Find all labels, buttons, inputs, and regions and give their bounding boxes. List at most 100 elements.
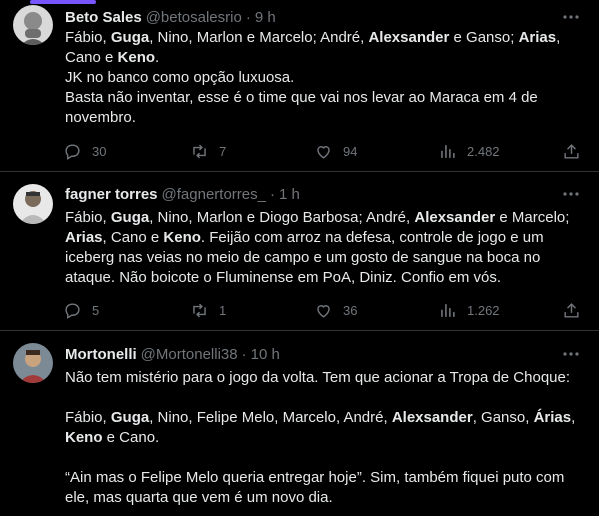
text-span: Fábio, (65, 29, 111, 46)
bold-text: Guga (110, 209, 150, 226)
share-icon (564, 302, 579, 318)
timestamp[interactable]: 1 h (279, 186, 300, 203)
text-span: . (155, 49, 160, 66)
tweet-line: Cano e Keno. (65, 48, 579, 68)
tweet-line: Basta não inventar, esse é o time que va… (65, 88, 579, 108)
like-icon (317, 145, 330, 159)
tweet-line: Fábio, Guga, Nino, Marlon e Marcelo; And… (65, 28, 579, 48)
like-count: 94 (343, 143, 358, 159)
author-handle[interactable]: @fagnertorres_ (162, 186, 266, 203)
share-button[interactable] (562, 300, 581, 320)
bold-text: Keno (163, 229, 201, 246)
text-span: JK no banco como opção luxuosa. (65, 69, 295, 86)
tweet-line: “Ain mas o Felipe Melo queria entregar h… (65, 468, 579, 488)
reply-count: 30 (92, 143, 107, 159)
tweet-line: Fábio, Guga, Nino, Marlon e Diogo Barbos… (65, 208, 579, 228)
text-span: , Cano e (102, 229, 164, 246)
text-span: ele, mas quarta que vem é um novo dia. (65, 489, 333, 506)
tweet[interactable]: fagner torres @fagnertorres_ · 1 h Fábio… (0, 172, 599, 331)
bold-text: Alexsander (368, 29, 450, 46)
text-span: Fábio, (65, 409, 111, 426)
retweet-count: 7 (219, 143, 227, 159)
text-span: Basta não inventar, esse é o time que va… (65, 89, 538, 106)
text-span: . Feijão com arroz na defesa, controle d… (200, 229, 544, 246)
bold-text: Arias (518, 29, 557, 46)
text-span: e Marcelo; (495, 209, 570, 226)
tweet-line (65, 388, 579, 408)
bold-text: Keno (117, 49, 156, 66)
text-span: , Nino, Marlon e Marcelo; André, (149, 29, 369, 46)
author-name[interactable]: fagner torres (65, 186, 158, 203)
tweet-actions: 30 7 94 2.482 (63, 141, 581, 161)
bold-text: Keno (65, 429, 103, 446)
timestamp[interactable]: 9 h (255, 9, 276, 26)
tweet-line: ataque. Não boicote o Fluminense em PoA,… (65, 268, 579, 288)
author-name[interactable]: Beto Sales (65, 9, 142, 26)
bold-text: Guga (110, 409, 150, 426)
text-span: ataque. Não boicote o Fluminense em PoA,… (65, 269, 502, 286)
tweet-line: Fábio, Guga, Nino, Felipe Melo, Marcelo,… (65, 408, 579, 428)
reply-icon (65, 143, 80, 160)
tweet-line (65, 448, 579, 468)
tweet-header: Mortonelli @Mortonelli38 · 10 h (65, 344, 589, 364)
author-handle[interactable]: @Mortonelli38 (141, 346, 238, 363)
text-span: , Ganso, (472, 409, 534, 426)
separator-dot: · (241, 345, 247, 363)
views-icon (441, 303, 455, 317)
tweet-actions: 5 1 36 1.262 (63, 300, 581, 320)
like-button[interactable]: 36 (314, 300, 357, 320)
like-icon (317, 304, 330, 318)
bold-text: Arias (65, 229, 103, 246)
separator-dot: · (269, 185, 275, 203)
avatar[interactable] (13, 343, 53, 383)
reply-button[interactable]: 5 (63, 300, 99, 320)
tweet-text: Fábio, Guga, Nino, Marlon e Diogo Barbos… (65, 208, 579, 288)
tweet-text: Fábio, Guga, Nino, Marlon e Marcelo; And… (65, 28, 579, 128)
tweet-header: fagner torres @fagnertorres_ · 1 h (65, 184, 589, 204)
reply-icon (65, 302, 80, 319)
text-span: novembro. (65, 109, 136, 126)
bold-text: Árias (533, 409, 572, 426)
views-icon (441, 144, 455, 158)
views-button[interactable]: 2.482 (438, 141, 500, 161)
like-button[interactable]: 94 (314, 141, 357, 161)
text-span: e Ganso; (449, 29, 519, 46)
tweet[interactable]: Mortonelli @Mortonelli38 · 10 h Não tem … (0, 331, 599, 516)
text-span: , (556, 29, 561, 46)
author-handle[interactable]: @betosalesrio (146, 9, 242, 26)
text-span: , Nino, Marlon e Diogo Barbosa; André, (149, 209, 415, 226)
text-span: , (571, 409, 576, 426)
avatar[interactable] (13, 184, 53, 224)
text-span: Cano e (65, 49, 118, 66)
text-span: iceberg nas veias no meio de campo e um … (65, 249, 541, 266)
tweet-line: JK no banco como opção luxuosa. (65, 68, 579, 88)
separator-dot: · (245, 8, 251, 26)
avatar[interactable] (13, 5, 53, 45)
timestamp[interactable]: 10 h (251, 346, 280, 363)
share-icon (564, 143, 579, 159)
view-count: 1.262 (467, 302, 500, 318)
text-span: Não tem mistério para o jogo da volta. T… (65, 369, 571, 386)
tweet-line: Arias, Cano e Keno. Feijão com arroz na … (65, 228, 579, 248)
retweet-count: 1 (219, 302, 227, 318)
view-count: 2.482 (467, 143, 500, 159)
more-icon[interactable] (561, 184, 581, 204)
tweet-text: Não tem mistério para o jogo da volta. T… (65, 368, 579, 508)
bold-text: Guga (110, 29, 150, 46)
share-button[interactable] (562, 141, 581, 161)
more-icon[interactable] (561, 344, 581, 364)
bold-text: Alexsander (391, 409, 473, 426)
reply-count: 5 (92, 302, 100, 318)
views-button[interactable]: 1.262 (438, 300, 500, 320)
text-span: e Cano. (102, 429, 160, 446)
tweet-line: iceberg nas veias no meio de campo e um … (65, 248, 579, 268)
author-name[interactable]: Mortonelli (65, 346, 137, 363)
tweet-line: Não tem mistério para o jogo da volta. T… (65, 368, 579, 388)
retweet-button[interactable]: 1 (190, 300, 226, 320)
reply-button[interactable]: 30 (63, 141, 106, 161)
more-icon[interactable] (561, 7, 581, 27)
bold-text: Alexsander (414, 209, 496, 226)
tweet[interactable]: Beto Sales @betosalesrio · 9 h Fábio, Gu… (0, 0, 599, 172)
retweet-button[interactable]: 7 (190, 141, 226, 161)
retweet-icon (193, 144, 206, 158)
